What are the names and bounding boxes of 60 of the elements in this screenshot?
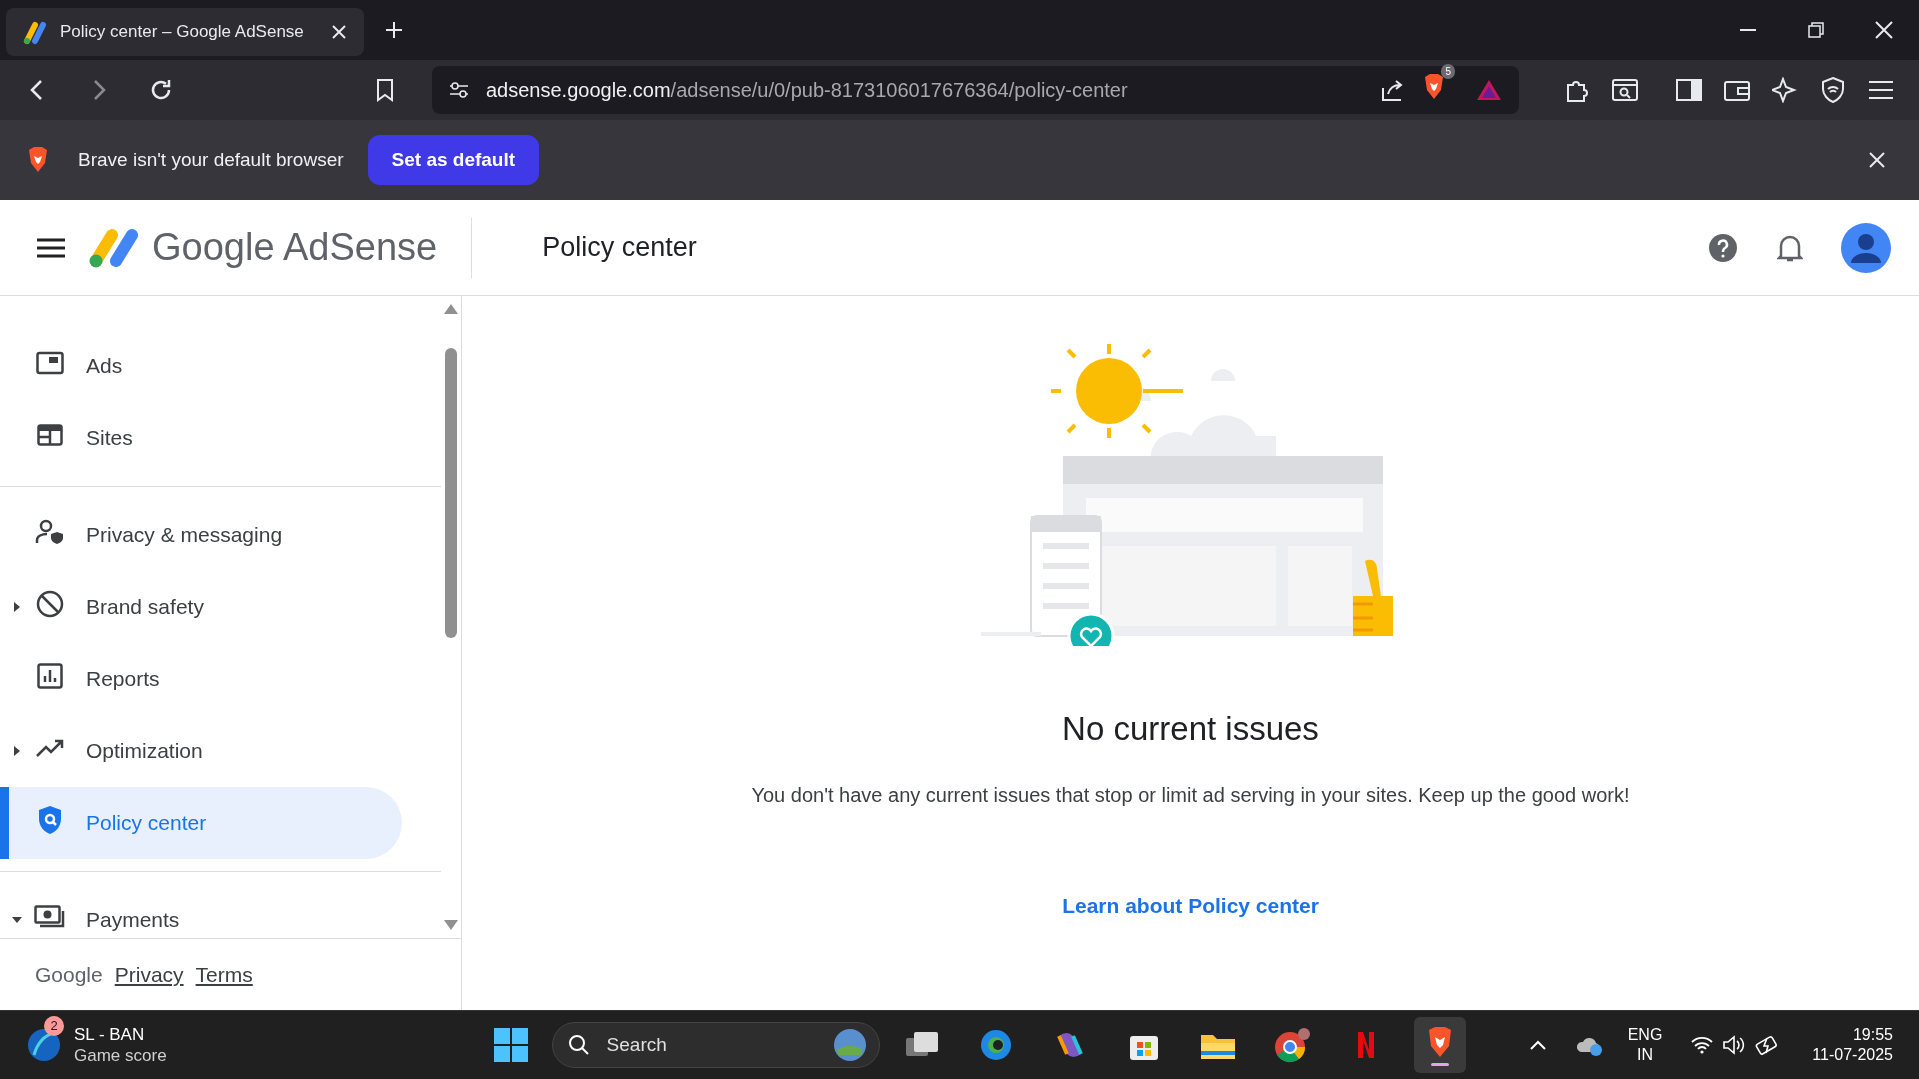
plus-icon[interactable] bbox=[384, 20, 404, 40]
sidebar-icon[interactable] bbox=[1675, 76, 1703, 104]
help-icon[interactable] bbox=[1707, 231, 1739, 264]
search-icon bbox=[567, 1034, 590, 1056]
empty-state-heading: No current issues bbox=[1062, 709, 1319, 749]
sidebar-item[interactable]: Sites bbox=[0, 402, 402, 474]
caret-right-icon[interactable] bbox=[14, 746, 20, 756]
language-indicator[interactable]: IN bbox=[1637, 1045, 1653, 1065]
search-window-icon[interactable] bbox=[1611, 76, 1639, 104]
scroll-down-arrow-icon[interactable] bbox=[444, 920, 458, 930]
share-icon[interactable] bbox=[1379, 77, 1405, 103]
close-icon[interactable] bbox=[330, 23, 348, 41]
url-text: adsense.google.com/adsense/u/0/pub-8173106017676364/policy-center bbox=[486, 78, 1129, 103]
caret-down-icon[interactable] bbox=[12, 917, 22, 923]
scroll-up-arrow-icon[interactable] bbox=[444, 304, 458, 314]
footer-link[interactable]: Privacy bbox=[114, 958, 184, 991]
footer-brand: Google bbox=[35, 961, 103, 988]
avatar-icon[interactable] bbox=[1841, 222, 1891, 273]
close-icon[interactable] bbox=[1873, 19, 1895, 41]
caret-right-icon[interactable] bbox=[14, 602, 20, 612]
ads-icon bbox=[33, 350, 67, 375]
sidebar-item[interactable]: Privacy & messaging bbox=[0, 499, 402, 571]
wifi-icon[interactable] bbox=[1690, 1034, 1715, 1056]
widget-title[interactable]: SL - BAN bbox=[74, 1023, 167, 1045]
count-badge: 5 bbox=[1441, 64, 1455, 79]
sidebar-item[interactable]: Payments bbox=[0, 884, 402, 938]
restore-icon[interactable] bbox=[1805, 19, 1827, 41]
learn-more-link[interactable]: Learn about Policy center bbox=[1062, 889, 1319, 921]
shield-icon[interactable] bbox=[1819, 76, 1847, 104]
cash-icon bbox=[33, 904, 67, 929]
clock-time[interactable]: 19:55 bbox=[1852, 1025, 1893, 1045]
notification-badge: 2 bbox=[44, 1015, 64, 1036]
close-icon[interactable] bbox=[1867, 150, 1887, 170]
scrollbar-thumb[interactable] bbox=[445, 348, 457, 638]
browser-tab[interactable]: Policy center – Google AdSense bbox=[6, 8, 364, 56]
clock-date[interactable]: 11-07-2025 bbox=[1812, 1045, 1893, 1065]
page-title: Policy center bbox=[542, 231, 697, 265]
windows-logo-icon[interactable] bbox=[491, 1026, 530, 1064]
sidebar-item[interactable]: Optimization bbox=[0, 715, 402, 787]
empty-state-message: You don't have any current issues that stop or limit ad serving in your sites. Keep up the good work! bbox=[751, 782, 1630, 808]
address-bar[interactable]: adsense.google.com/adsense/u/0/pub-8173106017676364/policy-center 5 bbox=[432, 66, 1519, 114]
sidebar-item[interactable]: Reports bbox=[0, 643, 402, 715]
logo-icon bbox=[22, 19, 48, 45]
lion-shield-icon[interactable] bbox=[1413, 1017, 1466, 1073]
set-default-button[interactable]: Set as default bbox=[367, 135, 540, 185]
info-message: Brave isn't your default browser bbox=[78, 147, 344, 172]
sidebar-item[interactable]: Brand safety bbox=[0, 571, 402, 643]
globe-icon[interactable] bbox=[831, 1027, 868, 1063]
sidebar-item[interactable]: Policy center bbox=[0, 787, 402, 859]
tab-title: Policy center – Google AdSense bbox=[60, 21, 305, 44]
widget-subtitle: Game score bbox=[74, 1045, 167, 1067]
bookmark-icon[interactable] bbox=[374, 77, 396, 103]
sidebar-item[interactable]: Ads bbox=[0, 330, 402, 402]
sparkle-icon[interactable] bbox=[1771, 76, 1799, 104]
language-indicator[interactable]: ENG bbox=[1627, 1025, 1663, 1045]
footer-link[interactable]: Terms bbox=[195, 958, 253, 991]
speaker-icon[interactable] bbox=[1722, 1034, 1747, 1056]
product-logo-text: Google AdSense bbox=[152, 225, 438, 270]
search-field[interactable]: Search bbox=[551, 1022, 880, 1068]
tune-icon bbox=[448, 79, 470, 101]
